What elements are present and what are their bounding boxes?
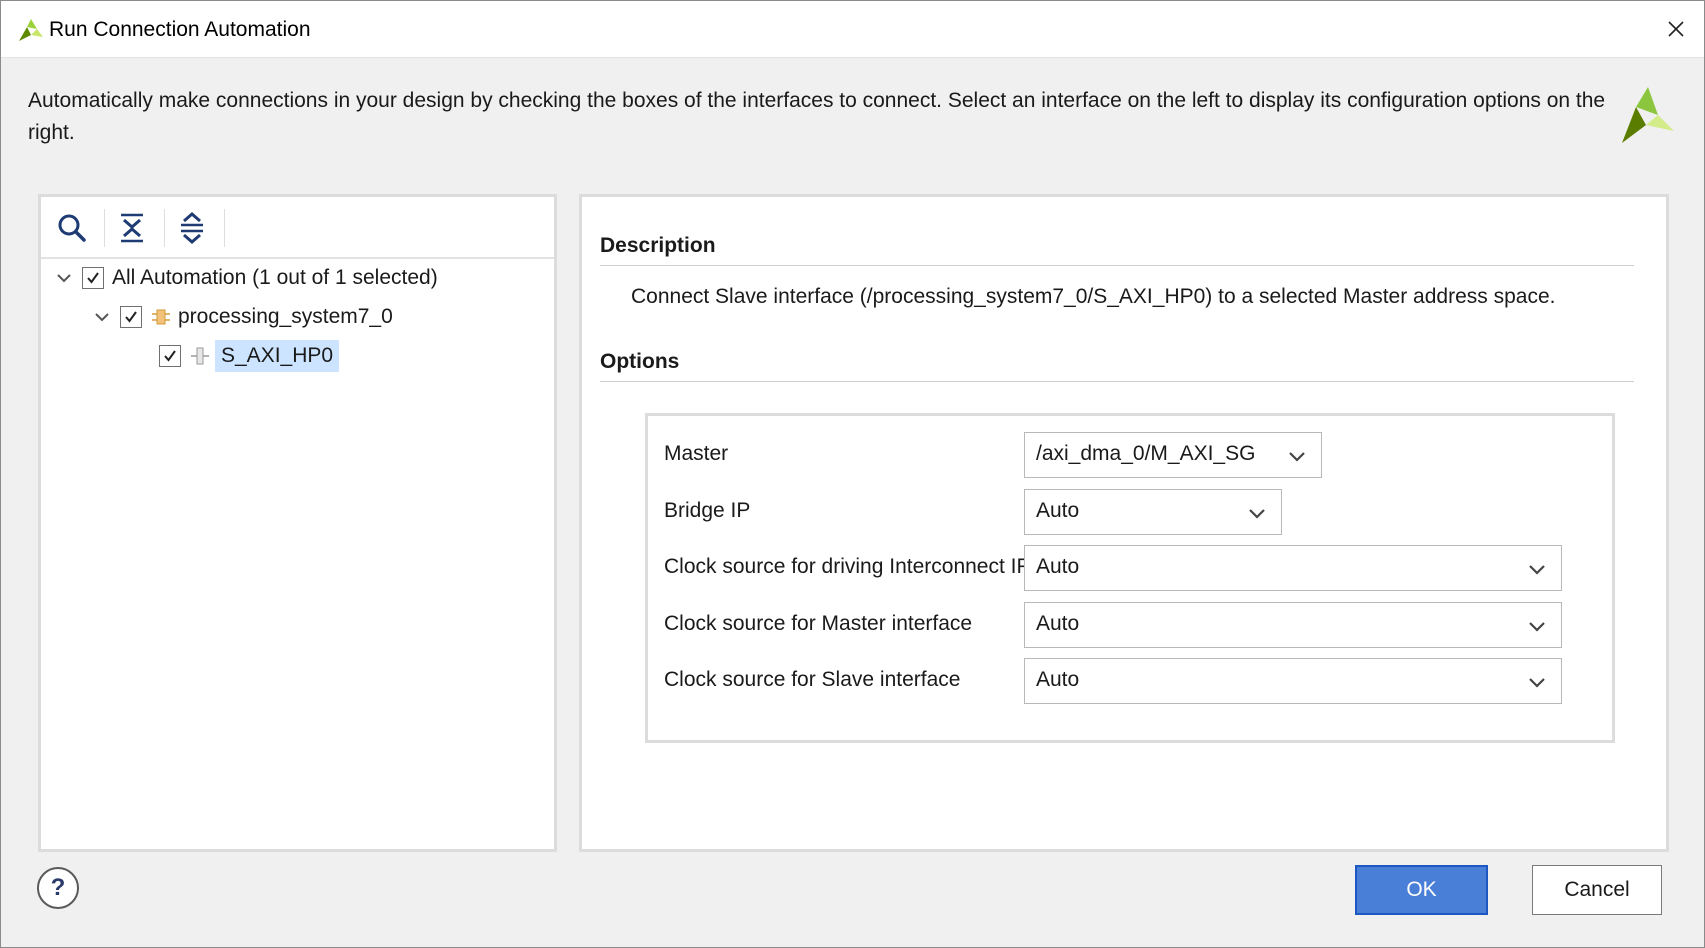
tree-label-all-automation: All Automation (1 out of 1 selected) [112,266,438,289]
master-clock-dropdown[interactable]: Auto [1024,602,1562,648]
configuration-panel: Description Connect Slave interface (/pr… [579,194,1669,852]
bridge-ip-dropdown-value: Auto [1036,499,1080,522]
checkbox-processing-system[interactable] [120,306,142,328]
run-connection-automation-dialog: Run Connection Automation Automatically … [0,0,1705,948]
tree-toolbar [41,197,554,259]
options-heading: Options [600,350,680,373]
description-heading: Description [600,234,716,257]
checkbox-s-axi-hp0[interactable] [159,345,181,367]
ok-button[interactable]: OK [1355,865,1488,915]
bridge-ip-dropdown[interactable]: Auto [1024,489,1282,535]
xilinx-logo-icon [1622,87,1674,143]
checkmark-icon [125,311,137,323]
tree-label-s-axi-hp0: S_AXI_HP0 [215,340,340,372]
close-icon[interactable] [1658,11,1694,47]
chevron-down-icon [1529,678,1545,688]
dialog-title: Run Connection Automation [49,18,311,41]
interface-port-icon [191,347,209,365]
checkmark-icon [87,272,99,284]
slave-clock-dropdown[interactable]: Auto [1024,658,1562,704]
tree-row-s-axi-hp0[interactable]: S_AXI_HP0 [159,337,340,375]
option-label-slave-clock: Clock source for Slave interface [664,668,961,691]
option-label-master-clock: Clock source for Master interface [664,612,973,635]
ip-block-icon [152,309,170,325]
toolbar-separator [224,209,225,247]
chevron-down-icon[interactable] [54,268,74,288]
chevron-down-icon[interactable] [92,307,112,327]
checkmark-icon [164,350,176,362]
help-button[interactable]: ? [37,867,79,909]
vivado-logo-icon [19,19,43,41]
cancel-button[interactable]: Cancel [1532,865,1662,915]
options-group: Master /axi_dma_0/M_AXI_SG Bridge IP Aut… [645,413,1615,743]
interface-tree-panel: All Automation (1 out of 1 selected) pro… [38,194,557,852]
master-dropdown-value: /axi_dma_0/M_AXI_SG [1036,442,1256,465]
checkbox-all-automation[interactable] [82,267,104,289]
search-icon[interactable] [55,211,89,245]
tree-label-processing-system: processing_system7_0 [178,305,393,328]
toolbar-separator [164,209,165,247]
options-divider [600,381,1634,382]
interconnect-clock-dropdown[interactable]: Auto [1024,545,1562,591]
expand-all-icon[interactable] [175,211,209,245]
interconnect-clock-dropdown-value: Auto [1036,555,1080,578]
chevron-down-icon [1529,622,1545,632]
master-dropdown[interactable]: /axi_dma_0/M_AXI_SG [1024,432,1322,478]
option-label-master: Master [664,442,729,465]
option-label-bridge-ip: Bridge IP [664,499,751,522]
slave-clock-dropdown-value: Auto [1036,668,1080,691]
tree-row-all-automation[interactable]: All Automation (1 out of 1 selected) [54,259,438,297]
master-clock-dropdown-value: Auto [1036,612,1080,635]
chevron-down-icon [1529,565,1545,575]
description-divider [600,265,1634,266]
description-text: Connect Slave interface (/processing_sys… [631,285,1556,308]
dialog-description: Automatically make connections in your d… [28,89,1606,144]
toolbar-separator [104,209,105,247]
chevron-down-icon [1249,509,1265,519]
title-bar: Run Connection Automation [1,1,1704,58]
chevron-down-icon [1289,452,1305,462]
option-label-interconnect-clock: Clock source for driving Interconnect IP [664,555,1031,578]
tree-row-processing-system[interactable]: processing_system7_0 [92,298,393,336]
collapse-all-icon[interactable] [115,211,149,245]
